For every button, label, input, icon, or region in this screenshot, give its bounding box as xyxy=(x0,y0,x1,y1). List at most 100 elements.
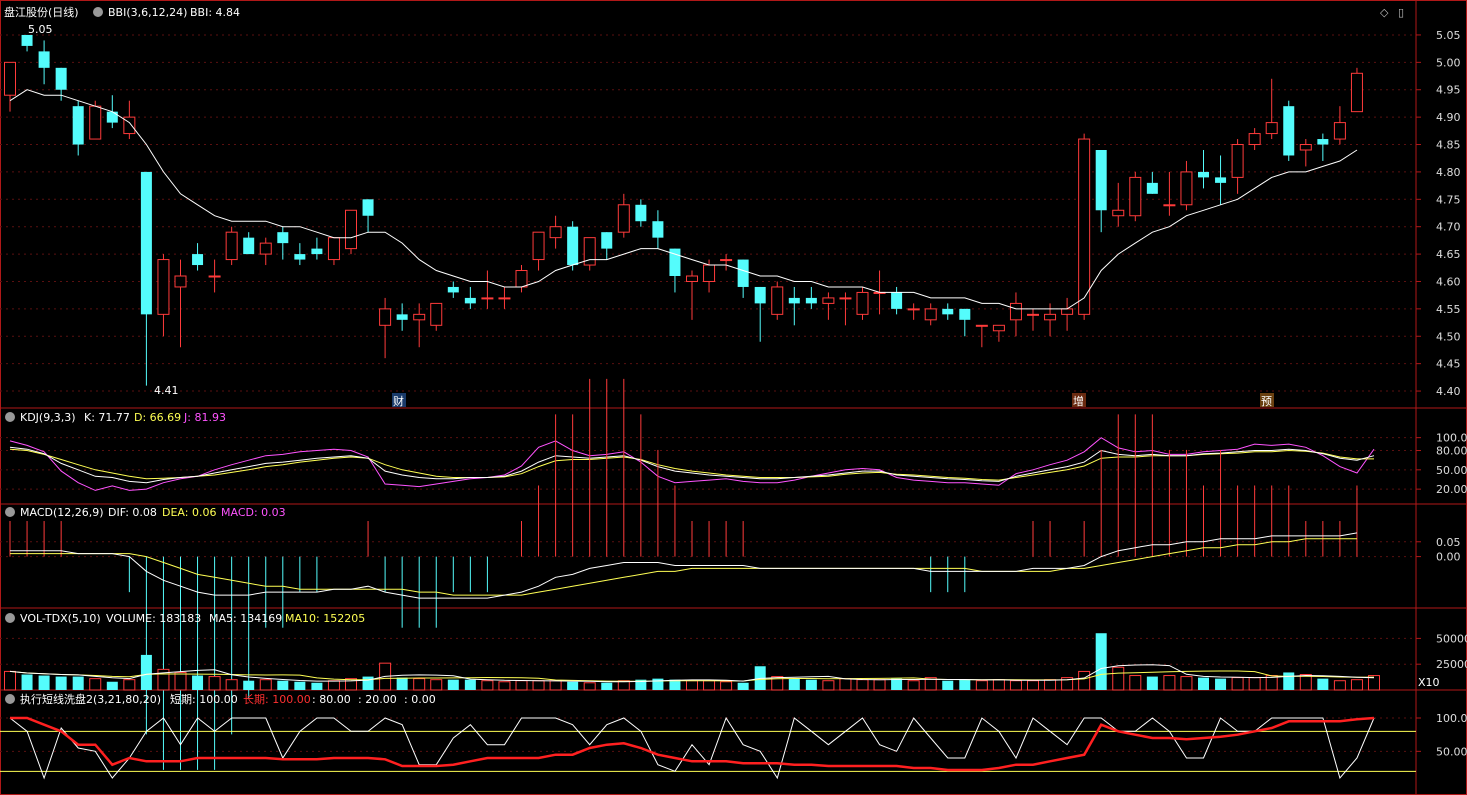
volume-bar xyxy=(583,682,596,691)
candle xyxy=(567,221,579,271)
volume-bar xyxy=(1112,666,1125,691)
candle-body xyxy=(55,67,67,90)
candle-body xyxy=(379,308,392,326)
volume-bar xyxy=(975,680,988,691)
settings-icon[interactable] xyxy=(93,7,103,17)
candle-body xyxy=(856,291,869,315)
price-tick-label: 4.50 xyxy=(1436,330,1461,343)
candle-body xyxy=(1198,171,1209,178)
high-price-label: 5.05 xyxy=(28,23,53,36)
volume-bar xyxy=(140,654,152,690)
exec-settings-icon[interactable] xyxy=(5,694,15,704)
kdj-settings-icon[interactable] xyxy=(5,412,15,422)
candle-body xyxy=(1078,138,1091,315)
stock-chart[interactable]: 5.05 5.00 4.95 4.90 4.85 4.80 4.75 4.70 4.65 4.60… xyxy=(0,0,1467,795)
candle-body xyxy=(1317,139,1329,145)
candle xyxy=(771,281,784,320)
vol-settings-icon[interactable] xyxy=(5,613,15,623)
candle-body xyxy=(942,308,954,315)
candle-body xyxy=(192,254,204,266)
candle-body xyxy=(1283,106,1295,156)
kdj-tick-label: 100.00 xyxy=(1436,432,1467,445)
candle-body xyxy=(1009,302,1022,321)
candle-body xyxy=(992,324,1005,332)
volume-bar xyxy=(481,680,494,691)
volume-bar xyxy=(720,681,733,691)
volume-bar xyxy=(959,679,971,690)
price-tick-label: 5.05 xyxy=(1436,29,1461,42)
candle-body xyxy=(1333,122,1346,140)
volume-bar xyxy=(822,680,835,691)
exec-tick-label: 50.00 xyxy=(1436,745,1467,758)
macd-name: MACD(12,26,9) xyxy=(20,506,104,519)
candle-body xyxy=(430,302,443,326)
volume-bar xyxy=(413,678,426,691)
vol-ma10: MA10: 152205 xyxy=(285,612,365,625)
volume-bar xyxy=(498,681,511,691)
forecast-marker-text: 预 xyxy=(1261,395,1272,408)
volume-bar xyxy=(1163,675,1176,691)
candle-body xyxy=(567,226,579,266)
volume-bar xyxy=(788,678,800,690)
volume-bar xyxy=(1317,678,1329,690)
volume-bar xyxy=(567,681,579,690)
candle-body xyxy=(515,270,528,288)
volume-bar xyxy=(1129,675,1142,691)
volume-bar xyxy=(464,679,476,690)
diamond-icon[interactable]: ◇ xyxy=(1380,6,1389,19)
candle xyxy=(1129,171,1142,222)
macd-dif: DIF: 0.08 xyxy=(108,506,157,519)
candle-body xyxy=(38,51,50,68)
vol-name: VOL-TDX(5,10) xyxy=(20,612,101,625)
candle xyxy=(1283,100,1295,161)
volume-bar xyxy=(737,682,749,690)
price-tick-label: 4.95 xyxy=(1436,84,1461,97)
volume-bar xyxy=(1180,676,1193,691)
exec-short: 短期: 100.00 xyxy=(170,692,238,706)
candle-body xyxy=(157,259,170,315)
candle-body xyxy=(617,204,630,233)
candle-body xyxy=(907,308,920,311)
volume-bar xyxy=(208,676,221,691)
macd-settings-icon[interactable] xyxy=(5,507,15,517)
candle-body xyxy=(4,61,16,96)
kdj-name: KDJ(9,3,3) xyxy=(20,411,76,424)
exec-long: 长期: 100.00 xyxy=(243,693,311,706)
candle-body xyxy=(822,297,835,304)
candle-body xyxy=(532,231,545,261)
volume-bar xyxy=(839,678,852,691)
candle-body xyxy=(259,242,272,255)
candle-body xyxy=(72,106,84,145)
kdj-tick-label: 50.00 xyxy=(1436,464,1467,477)
volume-bar xyxy=(396,677,408,690)
candle-body xyxy=(703,264,716,282)
candle-body xyxy=(1129,176,1142,217)
save-icon[interactable]: ▯ xyxy=(1398,6,1404,19)
volume-bar xyxy=(1215,678,1227,690)
candle-body xyxy=(1061,308,1074,315)
volume-bar xyxy=(447,679,459,690)
candle-body xyxy=(89,105,102,140)
candle-body xyxy=(1299,144,1312,151)
candle-body xyxy=(771,286,784,315)
volume-bar xyxy=(430,679,443,691)
candle-body xyxy=(1112,209,1125,217)
volume-bar xyxy=(1350,679,1363,691)
candle-body xyxy=(1265,122,1278,135)
candle-body xyxy=(362,199,374,216)
candle-body xyxy=(549,226,562,239)
finance-marker-text: 财 xyxy=(393,394,404,408)
price-tick-label: 4.80 xyxy=(1436,166,1461,179)
volume-bar xyxy=(532,680,545,691)
candle-body xyxy=(652,221,664,238)
candle-body xyxy=(737,259,749,287)
low-price-label: 4.41 xyxy=(154,384,179,397)
volume-bar xyxy=(1283,672,1295,690)
volume-bar xyxy=(1078,670,1091,691)
volume-bar xyxy=(805,679,817,690)
volume-bar xyxy=(106,681,118,690)
vol-tick-label: 25000 xyxy=(1436,658,1467,671)
price-tick-label: 5.00 xyxy=(1436,56,1461,69)
candle-body xyxy=(1095,150,1107,211)
volume-bar xyxy=(1231,677,1244,691)
